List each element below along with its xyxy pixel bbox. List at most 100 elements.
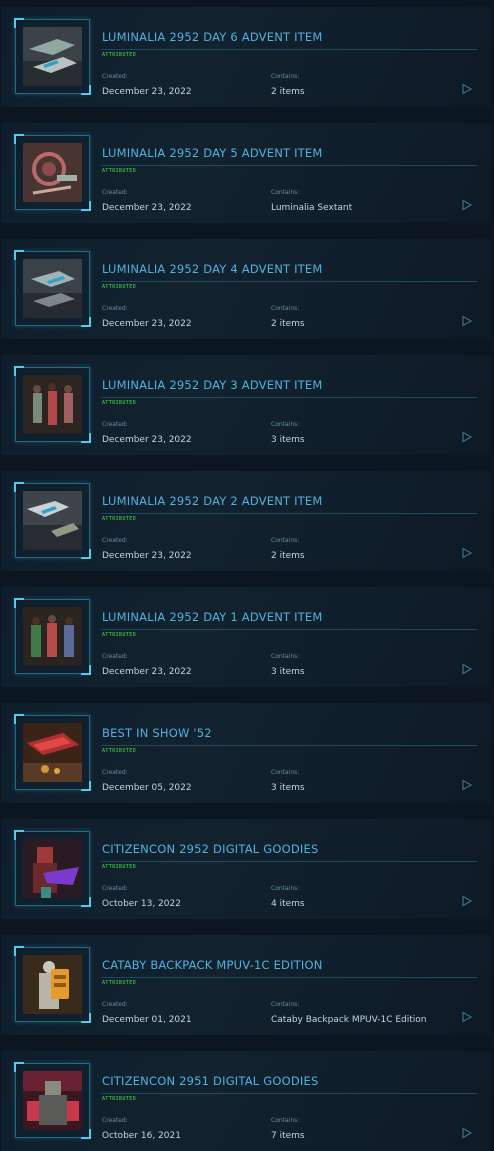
attributed-badge: ATTRIBUTED — [102, 980, 137, 986]
list-item[interactable]: LUMINALIA 2952 DAY 6 ADVENT ITEM ATTRIBU… — [1, 7, 491, 107]
item-thumbnail-frame[interactable] — [14, 482, 91, 559]
item-title[interactable]: CITIZENCON 2951 DIGITAL GOODIES — [102, 1074, 319, 1088]
armor-thumbnail — [23, 1071, 82, 1130]
item-title[interactable]: LUMINALIA 2952 DAY 3 ADVENT ITEM — [102, 378, 323, 392]
contains-value: 4 items — [271, 899, 305, 909]
title-divider — [101, 281, 477, 282]
expand-arrow-icon[interactable] — [461, 199, 473, 211]
sextant-thumbnail — [23, 143, 82, 202]
item-thumbnail-frame[interactable] — [14, 366, 91, 443]
item-title[interactable]: CITIZENCON 2952 DIGITAL GOODIES — [102, 842, 319, 856]
list-item[interactable]: LUMINALIA 2952 DAY 3 ADVENT ITEM ATTRIBU… — [1, 355, 491, 455]
item-title[interactable]: BEST IN SHOW '52 — [102, 726, 212, 740]
expand-arrow-icon[interactable] — [461, 547, 473, 559]
title-divider — [101, 397, 477, 398]
attributed-badge: ATTRIBUTED — [102, 748, 137, 754]
list-item[interactable]: LUMINALIA 2952 DAY 1 ADVENT ITEM ATTRIBU… — [1, 587, 491, 687]
expand-arrow-icon[interactable] — [461, 1127, 473, 1139]
created-value: December 23, 2022 — [102, 319, 192, 329]
created-value: October 13, 2022 — [102, 899, 181, 909]
armor-thumbnail — [23, 839, 82, 898]
created-value: December 23, 2022 — [102, 203, 192, 213]
item-title[interactable]: LUMINALIA 2952 DAY 5 ADVENT ITEM — [102, 146, 323, 160]
attributed-badge: ATTRIBUTED — [102, 1096, 137, 1102]
expand-arrow-icon[interactable] — [461, 83, 473, 95]
created-label: Created: — [102, 537, 128, 544]
contains-value: 3 items — [271, 667, 305, 677]
contains-value: 2 items — [271, 87, 305, 97]
list-item[interactable]: BEST IN SHOW '52 ATTRIBUTED Created: Dec… — [1, 703, 491, 803]
ships-thumbnail — [23, 27, 82, 86]
title-divider — [101, 977, 477, 978]
attributed-badge: ATTRIBUTED — [102, 516, 137, 522]
list-item[interactable]: CITIZENCON 2952 DIGITAL GOODIES ATTRIBUT… — [1, 819, 491, 919]
backpack-thumbnail — [23, 955, 82, 1014]
contains-value: 2 items — [271, 551, 305, 561]
item-thumbnail-frame[interactable] — [14, 830, 91, 907]
item-thumbnail-frame[interactable] — [14, 598, 91, 675]
expand-arrow-icon[interactable] — [461, 895, 473, 907]
item-title[interactable]: CATABY BACKPACK MPUV-1C EDITION — [102, 958, 323, 972]
attributed-badge: ATTRIBUTED — [102, 284, 137, 290]
created-label: Created: — [102, 653, 128, 660]
created-label: Created: — [102, 885, 128, 892]
contains-label: Contains: — [271, 885, 300, 892]
item-thumbnail-frame[interactable] — [14, 18, 91, 95]
created-value: December 01, 2021 — [102, 1015, 192, 1025]
item-title[interactable]: LUMINALIA 2952 DAY 1 ADVENT ITEM — [102, 610, 323, 624]
created-label: Created: — [102, 1117, 128, 1124]
expand-arrow-icon[interactable] — [461, 315, 473, 327]
created-value: December 23, 2022 — [102, 551, 192, 561]
item-thumbnail-frame[interactable] — [14, 714, 91, 791]
item-thumbnail-frame[interactable] — [14, 250, 91, 327]
item-thumbnail-frame[interactable] — [14, 946, 91, 1023]
contains-label: Contains: — [271, 421, 300, 428]
contains-label: Contains: — [271, 1117, 300, 1124]
contains-label: Contains: — [271, 73, 300, 80]
list-item[interactable]: LUMINALIA 2952 DAY 4 ADVENT ITEM ATTRIBU… — [1, 239, 491, 339]
attributed-badge: ATTRIBUTED — [102, 400, 137, 406]
item-title[interactable]: LUMINALIA 2952 DAY 4 ADVENT ITEM — [102, 262, 323, 276]
item-title[interactable]: LUMINALIA 2952 DAY 6 ADVENT ITEM — [102, 30, 323, 44]
list-item[interactable]: CATABY BACKPACK MPUV-1C EDITION ATTRIBUT… — [1, 935, 491, 1035]
created-label: Created: — [102, 305, 128, 312]
outfits-thumbnail — [23, 607, 82, 666]
list-item[interactable]: LUMINALIA 2952 DAY 2 ADVENT ITEM ATTRIBU… — [1, 471, 491, 571]
title-divider — [101, 49, 477, 50]
contains-label: Contains: — [271, 189, 300, 196]
ships-thumbnail — [23, 259, 82, 318]
expand-arrow-icon[interactable] — [461, 663, 473, 675]
expand-arrow-icon[interactable] — [461, 779, 473, 791]
created-value: December 23, 2022 — [102, 87, 192, 97]
contains-value: 3 items — [271, 783, 305, 793]
contains-value: 3 items — [271, 435, 305, 445]
expand-arrow-icon[interactable] — [461, 431, 473, 443]
attributed-badge: ATTRIBUTED — [102, 632, 137, 638]
contains-label: Contains: — [271, 1001, 300, 1008]
attributed-badge: ATTRIBUTED — [102, 52, 137, 58]
attributed-badge: ATTRIBUTED — [102, 168, 137, 174]
contains-value: 7 items — [271, 1131, 305, 1141]
title-divider — [101, 745, 477, 746]
title-divider — [101, 1093, 477, 1094]
list-item[interactable]: CITIZENCON 2951 DIGITAL GOODIES ATTRIBUT… — [1, 1051, 491, 1151]
created-label: Created: — [102, 189, 128, 196]
created-label: Created: — [102, 73, 128, 80]
created-value: October 16, 2021 — [102, 1131, 181, 1141]
created-value: December 23, 2022 — [102, 435, 192, 445]
list-item[interactable]: LUMINALIA 2952 DAY 5 ADVENT ITEM ATTRIBU… — [1, 123, 491, 223]
ships-thumbnail — [23, 491, 82, 550]
title-divider — [101, 629, 477, 630]
created-label: Created: — [102, 769, 128, 776]
contains-value: Cataby Backpack MPUV-1C Edition — [271, 1015, 427, 1025]
created-value: December 05, 2022 — [102, 783, 192, 793]
item-thumbnail-frame[interactable] — [14, 1062, 91, 1139]
trophy-thumbnail — [23, 723, 82, 782]
contains-label: Contains: — [271, 653, 300, 660]
contains-label: Contains: — [271, 305, 300, 312]
title-divider — [101, 165, 477, 166]
expand-arrow-icon[interactable] — [461, 1011, 473, 1023]
item-thumbnail-frame[interactable] — [14, 134, 91, 211]
title-divider — [101, 513, 477, 514]
item-title[interactable]: LUMINALIA 2952 DAY 2 ADVENT ITEM — [102, 494, 323, 508]
